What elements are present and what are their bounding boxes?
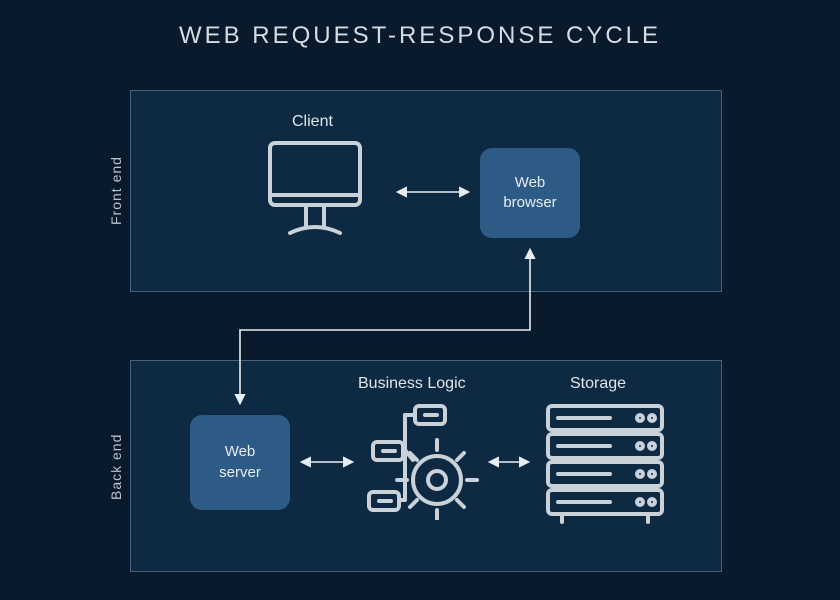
web-server-line1: Web	[225, 442, 256, 462]
storage-server-icon	[540, 400, 670, 530]
client-label: Client	[292, 113, 333, 131]
back-end-label: Back end	[108, 434, 124, 500]
web-browser-line2: browser	[503, 193, 556, 213]
web-server-line2: server	[219, 463, 261, 483]
web-browser-line1: Web	[515, 173, 546, 193]
diagram-title: WEB REQUEST-RESPONSE CYCLE	[0, 22, 840, 50]
monitor-icon	[260, 135, 370, 245]
front-end-panel	[130, 90, 722, 292]
front-end-label: Front end	[108, 156, 124, 225]
web-server-node: Web server	[190, 415, 290, 510]
diagram-stage: WEB REQUEST-RESPONSE CYCLE Front end Bac…	[0, 0, 840, 600]
business-logic-icon	[365, 400, 485, 520]
storage-label: Storage	[570, 375, 626, 393]
business-logic-label: Business Logic	[358, 375, 466, 393]
web-browser-node: Web browser	[480, 148, 580, 238]
